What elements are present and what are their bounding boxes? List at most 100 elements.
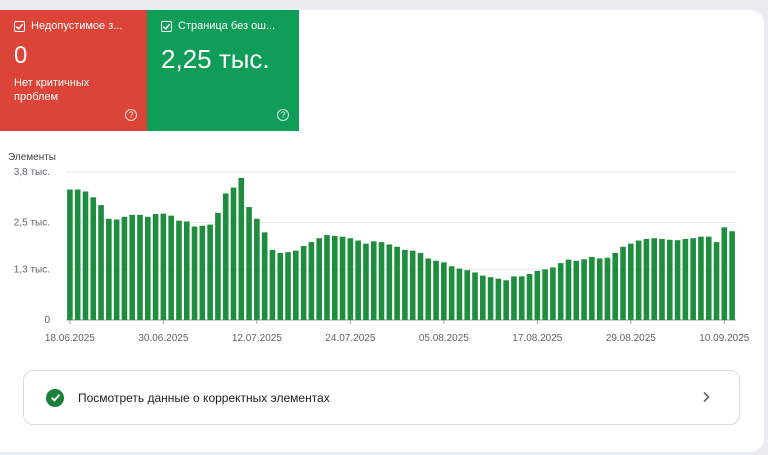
bar bbox=[705, 236, 712, 320]
bar bbox=[269, 249, 276, 320]
bar bbox=[82, 191, 89, 320]
bar bbox=[487, 277, 494, 320]
bar bbox=[534, 270, 541, 320]
bar bbox=[464, 270, 471, 320]
bar bbox=[238, 177, 245, 320]
y-tick-label: 0 bbox=[44, 315, 50, 326]
tile-valid-header: Страница без ош... bbox=[161, 20, 285, 32]
bar bbox=[596, 258, 603, 320]
bar bbox=[518, 276, 525, 320]
help-icon[interactable]: ? bbox=[277, 109, 289, 121]
bar bbox=[113, 219, 120, 320]
bar bbox=[581, 259, 587, 320]
tile-invalid-value: 0 bbox=[14, 42, 28, 69]
bar bbox=[557, 263, 564, 320]
x-tick-label: 18.06.2025 bbox=[45, 333, 95, 344]
view-valid-items-label: Посмотреть данные о корректных элементах bbox=[78, 390, 330, 405]
bar bbox=[129, 214, 136, 320]
bar bbox=[378, 242, 385, 320]
check-circle-icon bbox=[46, 388, 64, 407]
bar bbox=[620, 246, 626, 320]
bar bbox=[721, 227, 728, 320]
bar bbox=[729, 231, 735, 320]
bar bbox=[347, 238, 354, 320]
bar bbox=[308, 242, 315, 320]
bar bbox=[331, 235, 338, 320]
bar bbox=[456, 268, 463, 320]
bar bbox=[472, 272, 478, 320]
bar bbox=[503, 280, 509, 320]
bar bbox=[191, 226, 198, 320]
bar bbox=[277, 253, 284, 320]
bar bbox=[573, 260, 580, 320]
checkbox-icon[interactable] bbox=[14, 20, 25, 32]
bar bbox=[425, 258, 432, 320]
bar bbox=[152, 214, 159, 320]
tile-valid-value: 2,25 тыс. bbox=[161, 44, 270, 74]
x-tick-label: 05.08.2025 bbox=[419, 333, 469, 344]
bar bbox=[254, 218, 260, 320]
bar bbox=[526, 274, 533, 320]
bar bbox=[511, 276, 517, 320]
bar bbox=[176, 220, 182, 320]
bar bbox=[666, 239, 673, 320]
bar bbox=[300, 246, 307, 320]
tile-invalid-label: Недопустимое з... bbox=[31, 20, 123, 32]
tile-invalid[interactable]: Недопустимое з... 0 Нет критичных пробле… bbox=[0, 10, 147, 131]
view-valid-items-row[interactable]: Посмотреть данные о корректных элементах bbox=[23, 370, 740, 425]
bar bbox=[589, 256, 595, 320]
bar bbox=[394, 246, 400, 320]
bar bbox=[261, 232, 268, 320]
bar bbox=[674, 240, 681, 320]
x-tick-label: 17.08.2025 bbox=[512, 333, 562, 344]
y-tick-label: 3,8 тыс. bbox=[14, 167, 50, 178]
tile-valid-label: Страница без ош... bbox=[178, 20, 276, 32]
bar bbox=[479, 275, 486, 320]
bar bbox=[409, 250, 416, 320]
bar bbox=[339, 236, 346, 320]
bar bbox=[285, 252, 291, 320]
chevron-right-icon[interactable] bbox=[699, 390, 713, 404]
bar bbox=[713, 242, 720, 320]
help-icon[interactable]: ? bbox=[125, 109, 137, 121]
bar bbox=[106, 218, 112, 320]
bar bbox=[160, 213, 167, 320]
bar bbox=[199, 225, 206, 320]
bar bbox=[67, 189, 73, 320]
bar bbox=[137, 214, 143, 320]
bar bbox=[682, 238, 689, 320]
bar bbox=[293, 250, 299, 320]
checkbox-icon[interactable] bbox=[161, 20, 172, 32]
bar bbox=[604, 257, 611, 320]
bar bbox=[417, 253, 424, 320]
bar-chart: 0 1,3 тыс. 2,5 тыс. 3,8 тыс. 18.06.2025 30.06… bbox=[14, 167, 750, 344]
bar bbox=[448, 266, 455, 320]
bar bbox=[74, 189, 81, 320]
bar bbox=[324, 235, 330, 320]
bar bbox=[363, 243, 369, 320]
x-tick-label: 12.07.2025 bbox=[232, 333, 282, 344]
bar bbox=[542, 269, 548, 320]
bar bbox=[183, 221, 190, 320]
bar bbox=[612, 253, 619, 320]
bar bbox=[246, 207, 252, 320]
tile-invalid-header: Недопустимое з... bbox=[14, 20, 133, 32]
bar bbox=[550, 267, 556, 320]
bar bbox=[98, 205, 104, 320]
bar bbox=[628, 243, 634, 320]
tile-valid[interactable]: Страница без ош... 2,25 тыс. ? bbox=[147, 10, 299, 131]
bar bbox=[144, 216, 151, 320]
y-tick-label: 2,5 тыс. bbox=[14, 218, 50, 229]
bar bbox=[222, 193, 229, 320]
bar bbox=[168, 215, 174, 320]
x-tick-label: 30.06.2025 bbox=[138, 333, 188, 344]
bar bbox=[316, 238, 323, 320]
bar bbox=[402, 249, 408, 320]
bar bbox=[698, 236, 704, 320]
bar bbox=[495, 278, 502, 320]
bar bbox=[643, 238, 650, 320]
bar bbox=[215, 212, 221, 320]
bar bbox=[355, 240, 361, 320]
bar bbox=[565, 259, 572, 320]
bar bbox=[441, 262, 447, 320]
